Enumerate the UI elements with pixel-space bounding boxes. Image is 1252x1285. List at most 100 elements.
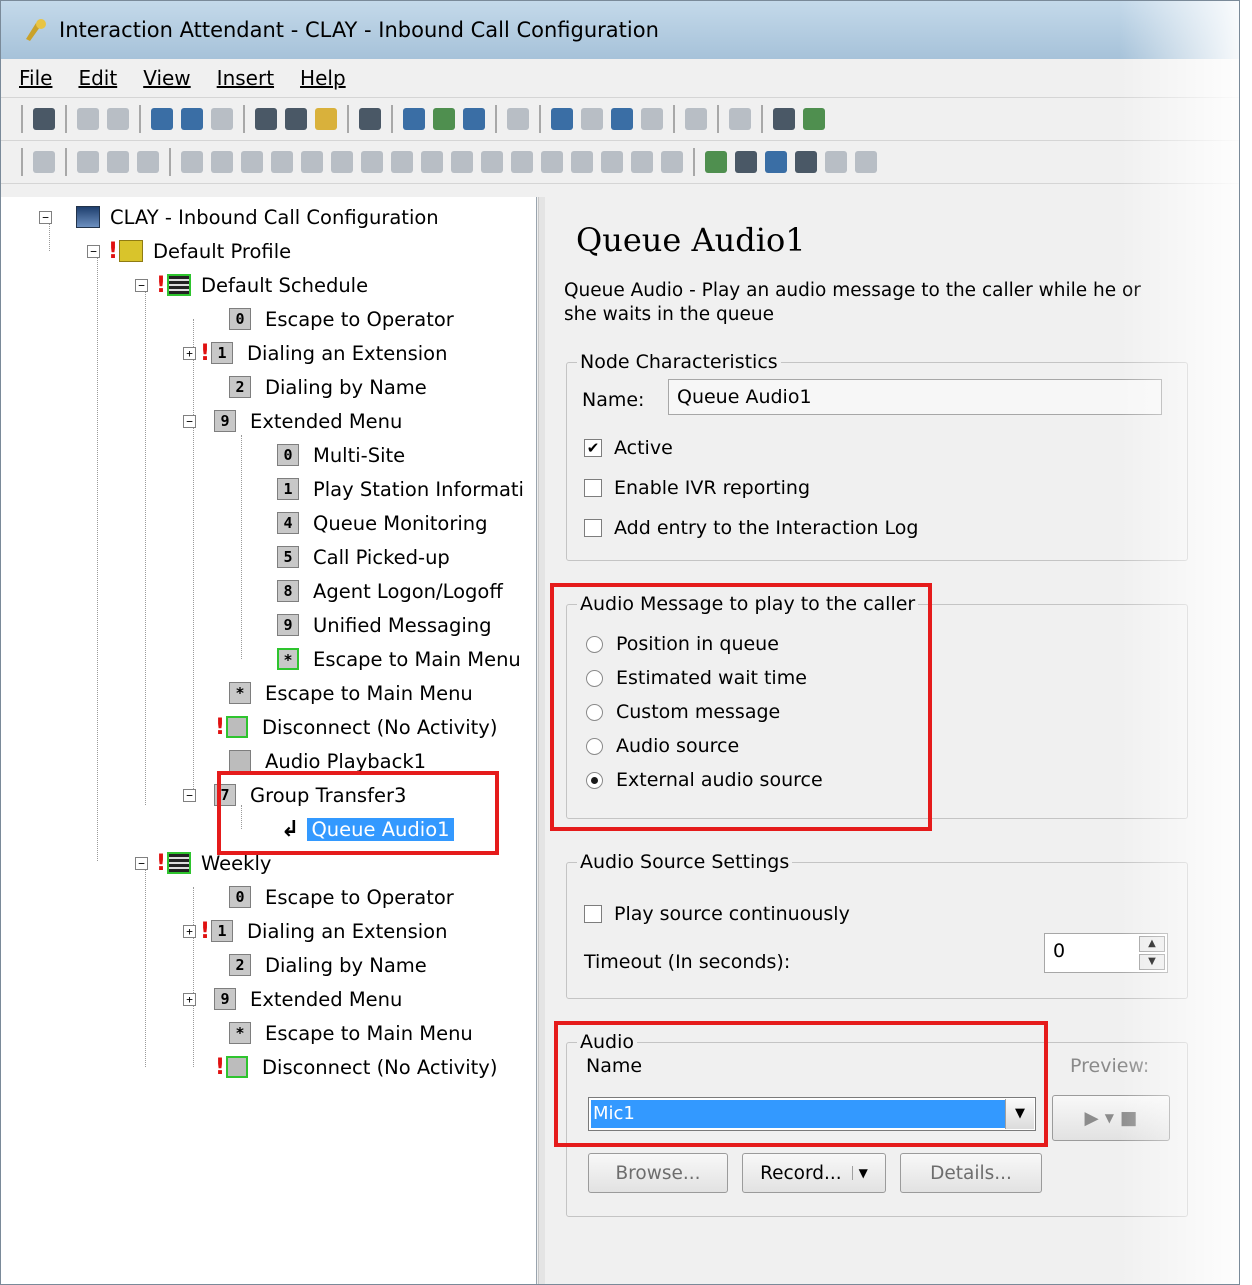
copy-icon[interactable] [285, 108, 307, 130]
menu-node-icon[interactable] [391, 151, 413, 173]
checkbox[interactable] [584, 519, 602, 537]
tree-root[interactable]: − CLAY - Inbound Call Configuration [39, 201, 439, 233]
timeout-spinner[interactable]: 0 ▲ ▼ [1044, 933, 1168, 973]
radio-source[interactable]: Audio source [586, 735, 739, 757]
list-icon[interactable] [511, 151, 533, 173]
active-checkbox[interactable]: ✔ Active [584, 437, 673, 459]
menu-edit[interactable]: Edit [78, 66, 117, 90]
tree-profile[interactable]: − ! Default Profile [87, 235, 291, 267]
spin-down-icon[interactable]: ▼ [1139, 954, 1165, 970]
phone-icon[interactable] [211, 151, 233, 173]
group-icon[interactable] [301, 151, 323, 173]
checkbox[interactable] [584, 479, 602, 497]
menu-view[interactable]: View [143, 66, 190, 90]
outline-icon[interactable] [403, 108, 425, 130]
panel-icon[interactable] [601, 151, 623, 173]
forward-icon[interactable] [241, 151, 263, 173]
chevron-down-icon[interactable]: ▼ [1005, 1099, 1034, 1129]
tree-item[interactable]: 1 Play Station Informati [277, 473, 524, 505]
tree-item[interactable]: ! Disconnect (No Activity) [215, 711, 497, 743]
collapse-toggle[interactable]: − [183, 414, 196, 428]
tree-item[interactable]: 0 Multi-Site [277, 439, 405, 471]
menu-insert[interactable]: Insert [217, 66, 274, 90]
paste-icon[interactable] [315, 108, 337, 130]
cut-icon[interactable] [255, 108, 277, 130]
form-icon[interactable] [541, 151, 563, 173]
expand-toggle[interactable]: + [183, 924, 196, 938]
grid-icon[interactable] [631, 151, 653, 173]
tree-item[interactable]: 2 Dialing by Name [229, 949, 427, 981]
checkbox[interactable] [584, 905, 602, 923]
settings-icon[interactable] [507, 108, 529, 130]
server-icon[interactable] [551, 108, 573, 130]
tree-item[interactable]: 8 Agent Logon/Logoff [277, 575, 503, 607]
tree-schedule-weekly[interactable]: − ! Weekly [135, 847, 271, 879]
tree-schedule[interactable]: − ! Default Schedule [135, 269, 368, 301]
directory-icon[interactable] [181, 151, 203, 173]
menu-file[interactable]: File [19, 66, 52, 90]
spin-up-icon[interactable]: ▲ [1139, 936, 1165, 952]
radio-button[interactable] [586, 669, 603, 687]
voice-icon[interactable] [685, 108, 707, 130]
node-name-input[interactable]: Queue Audio1 [668, 379, 1162, 415]
schedule-icon[interactable] [181, 108, 203, 130]
pane-splitter[interactable] [538, 197, 545, 1284]
users-icon[interactable] [795, 151, 817, 173]
radio-button[interactable] [586, 635, 603, 653]
stop-icon[interactable] [661, 151, 683, 173]
tree-icon[interactable] [705, 151, 727, 173]
tree-item[interactable]: 9 Unified Messaging [277, 609, 492, 641]
ivr-checkbox[interactable]: Enable IVR reporting [584, 477, 810, 499]
stop-icon[interactable]: ■ [1120, 1108, 1137, 1129]
expand-toggle[interactable]: + [183, 346, 196, 360]
radio-button[interactable] [586, 703, 603, 721]
refresh-icon[interactable] [765, 151, 787, 173]
audio-node-icon[interactable] [451, 151, 473, 173]
chevron-down-icon[interactable]: ▼ [851, 1166, 868, 1180]
save-icon[interactable] [33, 108, 55, 130]
tree-item[interactable]: * Escape to Main Menu [277, 643, 521, 675]
record-node-icon[interactable] [421, 151, 443, 173]
expand-icon[interactable] [433, 108, 455, 130]
keypad-icon[interactable] [729, 108, 751, 130]
context-help-icon[interactable] [803, 108, 825, 130]
tree-item[interactable]: Audio Playback1 [229, 745, 426, 777]
tree-item[interactable]: 2 Dialing by Name [229, 371, 427, 403]
audio-name-select[interactable]: Mic1 ▼ [588, 1097, 1036, 1131]
browse-button[interactable]: Browse... [588, 1153, 728, 1193]
tree-item[interactable]: ! Disconnect (No Activity) [215, 1051, 497, 1083]
help-icon[interactable] [773, 108, 795, 130]
agent-icon[interactable] [331, 151, 353, 173]
tree-item[interactable]: 5 Call Picked-up [277, 541, 450, 573]
monitor-icon[interactable] [581, 108, 603, 130]
collapse-toggle[interactable]: − [39, 210, 52, 224]
log-checkbox[interactable]: Add entry to the Interaction Log [584, 517, 919, 539]
tree-item[interactable]: 0 Escape to Operator [229, 303, 454, 335]
collapse-toggle[interactable]: − [135, 278, 148, 292]
expand-toggle[interactable]: + [183, 992, 196, 1006]
radio-wait[interactable]: Estimated wait time [586, 667, 807, 689]
tree-item[interactable]: + ! 1 Dialing an Extension [183, 337, 447, 369]
window-icon[interactable] [571, 151, 593, 173]
node-c-icon[interactable] [137, 151, 159, 173]
transfer-icon[interactable] [33, 151, 55, 173]
profile-icon[interactable] [151, 108, 173, 130]
delete-icon[interactable] [359, 108, 381, 130]
tree-item[interactable]: + ! 1 Dialing an Extension [183, 915, 447, 947]
tree-item[interactable]: − 9 Extended Menu [183, 405, 402, 437]
tree-item[interactable]: * Escape to Main Menu [229, 1017, 473, 1049]
radio-custom[interactable]: Custom message [586, 701, 780, 723]
tree-item[interactable]: + 9 Extended Menu [183, 983, 402, 1015]
record-button[interactable]: Record... ▼ [742, 1153, 886, 1193]
radio-position[interactable]: Position in queue [586, 633, 779, 655]
menu-help[interactable]: Help [300, 66, 346, 90]
checkbox-checked[interactable]: ✔ [584, 439, 602, 457]
tree-item[interactable]: − 7 Group Transfer3 [183, 779, 406, 811]
route-icon[interactable] [361, 151, 383, 173]
tree-item[interactable]: 4 Queue Monitoring [277, 507, 488, 539]
radio-button[interactable] [586, 737, 603, 755]
sort-icon[interactable] [855, 151, 877, 173]
node-a-icon[interactable] [77, 151, 99, 173]
copy-profile-icon[interactable] [77, 108, 99, 130]
radio-external[interactable]: External audio source [586, 769, 823, 791]
